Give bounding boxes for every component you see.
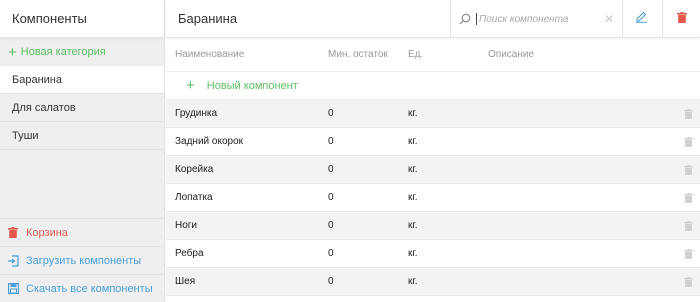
search-box: ✕ [450, 0, 622, 38]
delete-row-icon[interactable] [682, 108, 694, 120]
component-name: Задний окорок [175, 136, 244, 147]
search-input[interactable] [476, 13, 596, 25]
column-header-unit: Ед. [408, 49, 424, 60]
trash-icon [6, 226, 20, 240]
main-header: Баранина ✕ [166, 0, 700, 38]
table-row[interactable]: Ребра 0 кг. [166, 240, 700, 268]
upload-label: Загрузить компоненты [26, 254, 142, 267]
component-name: Шея [175, 276, 196, 287]
category-label: Для салатов [12, 101, 76, 114]
component-unit: кг. [408, 136, 418, 147]
category-label: Туши [12, 129, 39, 142]
category-item-carcasses[interactable]: Туши [0, 122, 164, 150]
delete-category-button[interactable] [662, 0, 700, 38]
category-label: Баранина [12, 73, 62, 86]
new-category-label: Новая категория [20, 46, 106, 58]
table-header: Наименование Мин. остаток Ед. Описание [166, 38, 700, 72]
new-category-button[interactable]: + Новая категория [0, 38, 164, 66]
category-item-salads[interactable]: Для салатов [0, 94, 164, 122]
edit-category-button[interactable] [622, 0, 660, 38]
component-min-stock: 0 [328, 220, 334, 231]
main-panel: Баранина ✕ Наименование Мин. остаток Ед.… [166, 0, 700, 302]
column-header-description: Описание [488, 49, 535, 60]
plus-icon: + [186, 77, 195, 94]
trash-button[interactable]: Корзина [0, 218, 164, 246]
download-all-button[interactable]: Скачать все компоненты [0, 274, 164, 302]
component-min-stock: 0 [328, 164, 334, 175]
component-name: Ребра [175, 248, 204, 259]
search-icon [459, 13, 473, 25]
clear-icon[interactable]: ✕ [604, 12, 614, 26]
component-unit: кг. [408, 108, 418, 119]
pencil-icon [635, 10, 648, 28]
sidebar-title: Компоненты [0, 0, 164, 38]
delete-row-icon[interactable] [682, 136, 694, 148]
component-unit: кг. [408, 192, 418, 203]
trash-label: Корзина [26, 226, 68, 239]
component-name: Лопатка [175, 192, 213, 203]
component-unit: кг. [408, 164, 418, 175]
component-min-stock: 0 [328, 192, 334, 203]
new-component-button[interactable]: + Новый компонент [166, 72, 700, 100]
delete-row-icon[interactable] [682, 164, 694, 176]
delete-row-icon[interactable] [682, 248, 694, 260]
table-row[interactable]: Шея 0 кг. [166, 268, 700, 296]
component-min-stock: 0 [328, 248, 334, 259]
component-name: Грудинка [175, 108, 218, 119]
column-header-min-stock: Мин. остаток [328, 49, 388, 60]
delete-row-icon[interactable] [682, 220, 694, 232]
plus-icon: + [8, 43, 17, 61]
delete-row-icon[interactable] [682, 192, 694, 204]
download-label: Скачать все компоненты [26, 282, 153, 295]
component-unit: кг. [408, 276, 418, 287]
table-row[interactable]: Задний окорок 0 кг. [166, 128, 700, 156]
save-icon [6, 282, 20, 296]
table-row[interactable]: Грудинка 0 кг. [166, 100, 700, 128]
trash-icon [676, 10, 687, 28]
component-min-stock: 0 [328, 108, 334, 119]
component-name: Ноги [175, 220, 198, 231]
table-row[interactable]: Корейка 0 кг. [166, 156, 700, 184]
component-unit: кг. [408, 248, 418, 259]
component-name: Корейка [175, 164, 214, 175]
table-row[interactable]: Ноги 0 кг. [166, 212, 700, 240]
upload-components-button[interactable]: Загрузить компоненты [0, 246, 164, 274]
component-min-stock: 0 [328, 276, 334, 287]
component-min-stock: 0 [328, 136, 334, 147]
sidebar-actions: Корзина Загрузить компоненты Скачать все… [0, 218, 164, 302]
new-component-label: Новый компонент [206, 79, 298, 92]
table-row[interactable]: Лопатка 0 кг. [166, 184, 700, 212]
delete-row-icon[interactable] [682, 276, 694, 288]
column-header-name: Наименование [175, 49, 245, 60]
sidebar: Компоненты + Новая категория Баранина Дл… [0, 0, 165, 302]
component-unit: кг. [408, 220, 418, 231]
category-item-baranina[interactable]: Баранина [0, 66, 164, 94]
upload-icon [6, 254, 20, 268]
